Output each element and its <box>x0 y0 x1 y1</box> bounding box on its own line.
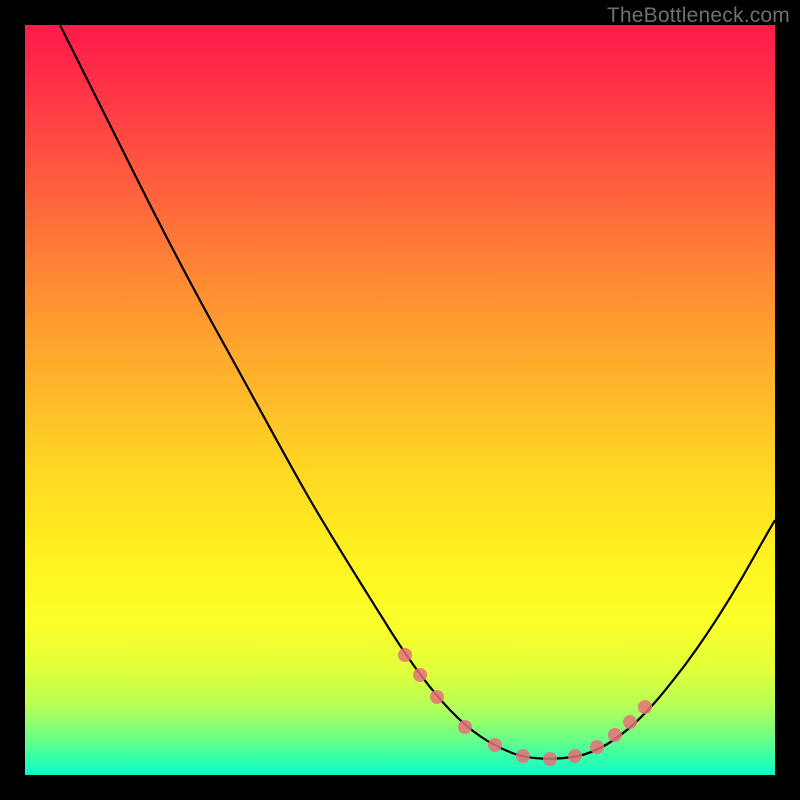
marker-dot <box>590 740 604 754</box>
marker-dot <box>568 749 582 763</box>
curve-layer <box>25 25 775 775</box>
marker-dot <box>398 648 412 662</box>
marker-dot <box>430 690 444 704</box>
marker-dot <box>638 700 652 714</box>
plot-area <box>25 25 775 775</box>
marker-dot <box>488 738 502 752</box>
chart-stage: TheBottleneck.com <box>0 0 800 800</box>
marker-dot <box>608 728 622 742</box>
marker-dot <box>623 715 637 729</box>
bottleneck-curve <box>60 25 775 759</box>
marker-dot <box>516 749 530 763</box>
curve-markers <box>398 648 652 766</box>
marker-dot <box>413 668 427 682</box>
marker-dot <box>458 720 472 734</box>
watermark-text: TheBottleneck.com <box>607 4 790 28</box>
marker-dot <box>543 752 557 766</box>
